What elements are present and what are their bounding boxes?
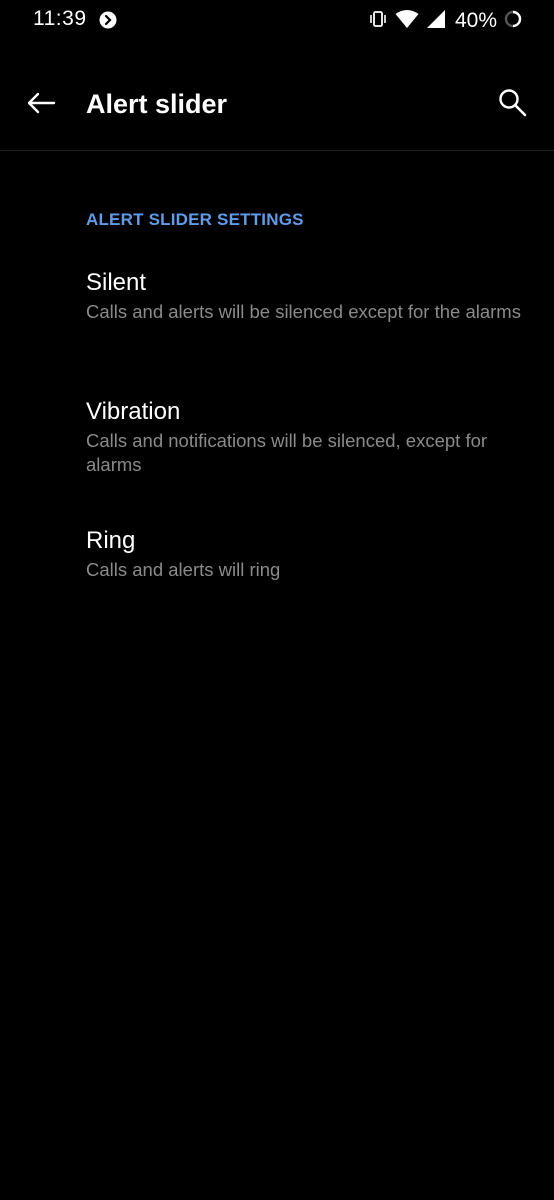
wifi-icon	[395, 9, 419, 34]
option-silent[interactable]: Silent Calls and alerts will be silenced…	[86, 268, 536, 324]
option-vibration[interactable]: Vibration Calls and notifications will b…	[86, 397, 536, 477]
option-description: Calls and alerts will ring	[86, 559, 281, 580]
battery-ring-icon	[504, 10, 522, 33]
page-title: Alert slider	[86, 89, 228, 119]
option-ring[interactable]: Ring Calls and alerts will ring	[86, 526, 536, 582]
cellular-signal-icon	[426, 9, 446, 34]
search-icon	[497, 87, 529, 124]
vibrate-icon	[368, 9, 388, 34]
battery-percent: 40%	[454, 9, 497, 32]
status-icons: 40%	[361, 7, 522, 35]
option-title: Ring	[86, 527, 136, 554]
option-description: Calls and notifications will be silenced…	[86, 430, 488, 475]
status-time: 11:39	[33, 7, 87, 30]
option-description: Calls and alerts will be silenced except…	[86, 301, 521, 322]
option-title: Silent	[86, 269, 147, 296]
option-title: Vibration	[86, 398, 181, 425]
section-header: ALERT SLIDER SETTINGS	[86, 210, 304, 229]
arrow-left-icon	[26, 91, 56, 120]
status-bar: 11:39 40%	[0, 0, 554, 44]
shazam-icon	[99, 11, 117, 29]
back-button[interactable]	[22, 88, 60, 122]
app-bar: Alert slider	[0, 60, 554, 150]
app-bar-divider	[0, 150, 554, 151]
search-button[interactable]	[494, 86, 532, 124]
